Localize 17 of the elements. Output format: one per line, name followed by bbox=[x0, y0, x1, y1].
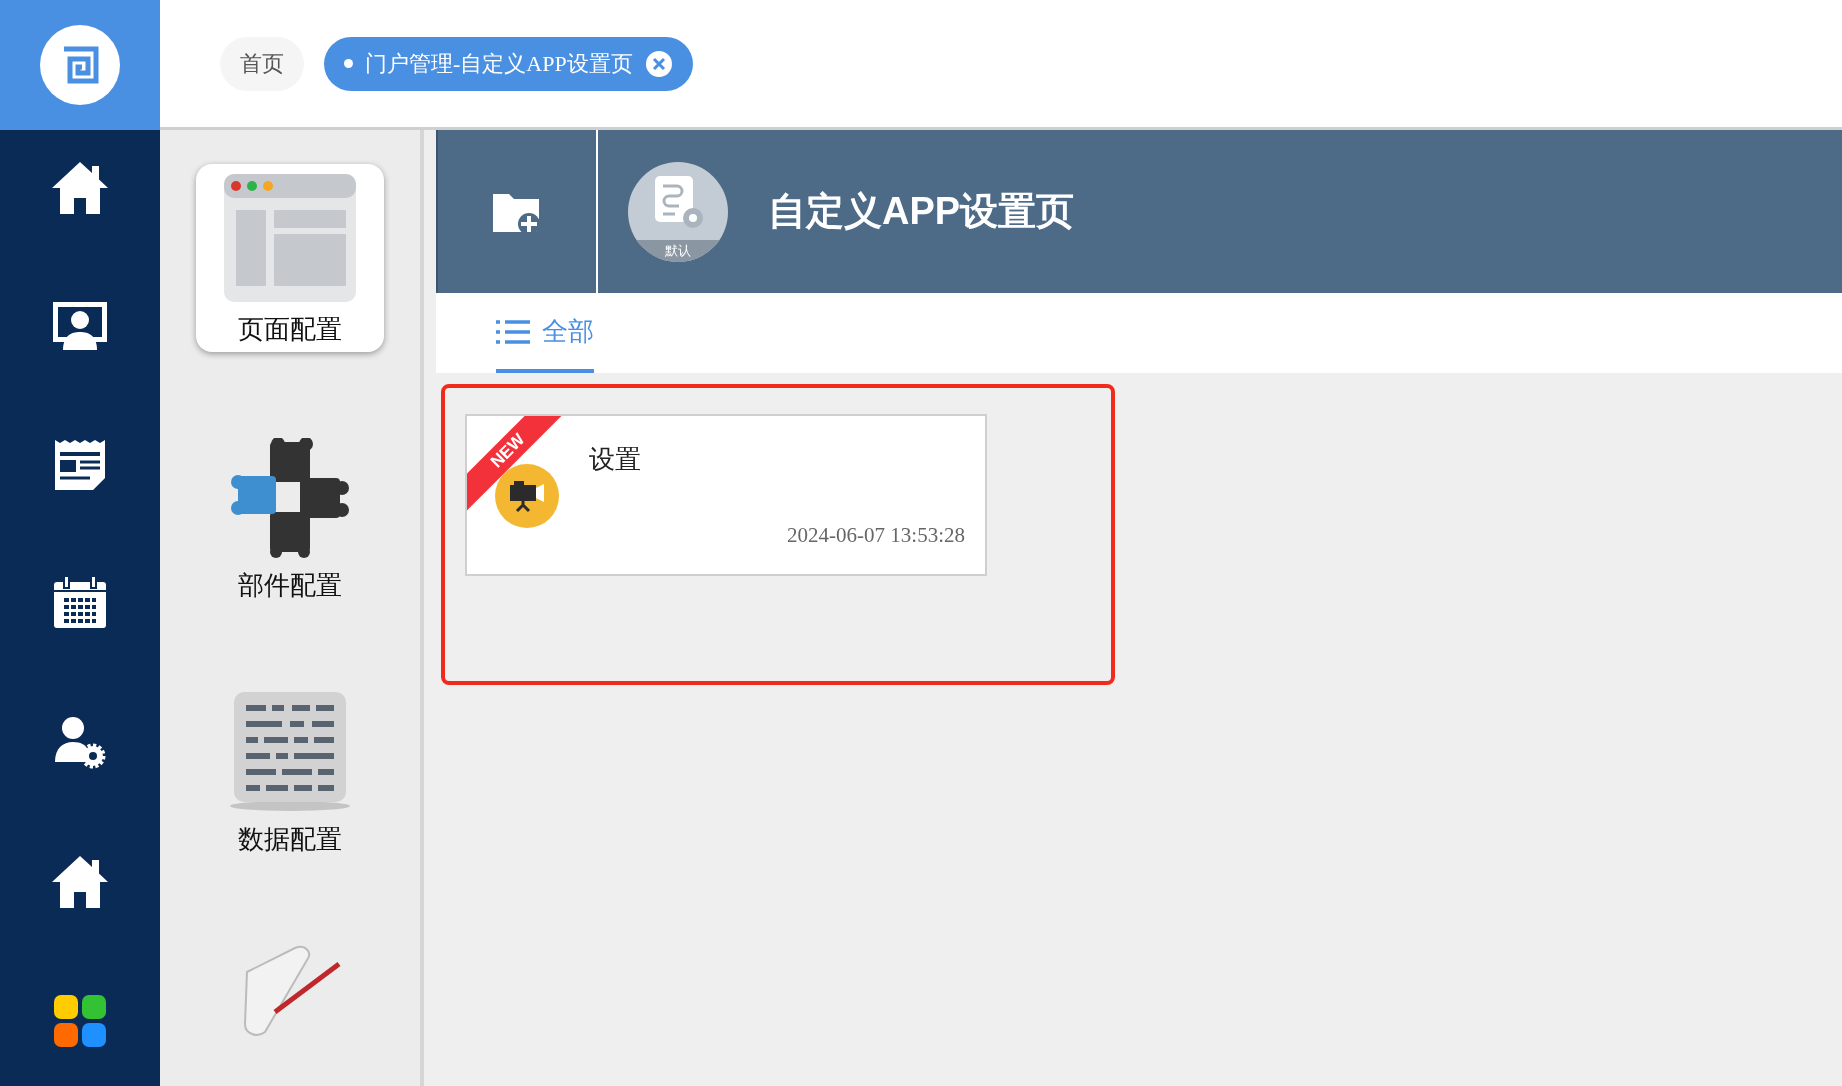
close-icon[interactable] bbox=[644, 49, 673, 78]
monitor-user-icon[interactable] bbox=[51, 300, 109, 352]
calendar-icon[interactable] bbox=[52, 574, 108, 630]
config-menu-item[interactable]: 页面配置 bbox=[196, 164, 384, 352]
tab[interactable]: 首页 bbox=[220, 36, 304, 91]
page-title: 自定义APP设置页 bbox=[768, 189, 1075, 234]
user-settings-icon[interactable] bbox=[53, 714, 107, 770]
apps-icon[interactable] bbox=[53, 994, 107, 1048]
list-icon bbox=[496, 318, 530, 345]
config-menu-item[interactable]: 数据配置 bbox=[196, 688, 384, 856]
home-icon[interactable] bbox=[50, 854, 110, 910]
logo-icon bbox=[40, 25, 120, 105]
card-title: 设置 bbox=[589, 444, 641, 476]
card-date: 2024-06-07 13:53:28 bbox=[787, 522, 965, 549]
home-icon[interactable] bbox=[50, 160, 110, 216]
config-menu-item[interactable]: 部件配置 bbox=[196, 438, 384, 602]
browser-window-icon bbox=[224, 174, 356, 302]
